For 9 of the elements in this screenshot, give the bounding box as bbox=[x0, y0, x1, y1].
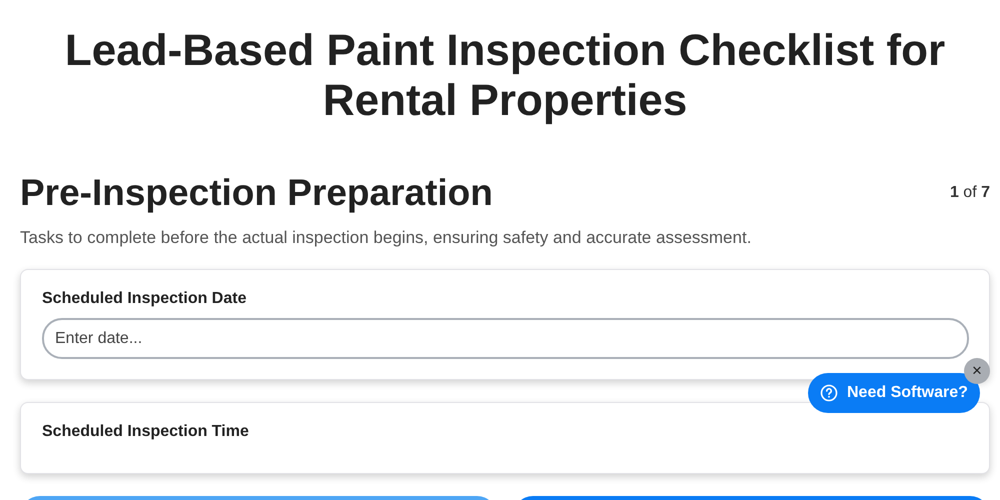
help-icon bbox=[820, 384, 838, 402]
progress-text: 1 of 7 bbox=[950, 184, 990, 202]
need-software-button[interactable]: Need Software? bbox=[808, 373, 980, 413]
section-description: Tasks to complete before the actual inspection begins, ensuring safety and accurate assessment. bbox=[20, 228, 752, 248]
field-label: Scheduled Inspection Time bbox=[42, 423, 250, 441]
date-input-field[interactable]: Enter date... bbox=[42, 318, 969, 359]
page-title: Lead-Based Paint Inspection Checklist for Rental Properties bbox=[64, 26, 946, 126]
field-label: Scheduled Inspection Date bbox=[42, 290, 248, 308]
section-heading: Pre-Inspection Preparation bbox=[20, 172, 493, 214]
